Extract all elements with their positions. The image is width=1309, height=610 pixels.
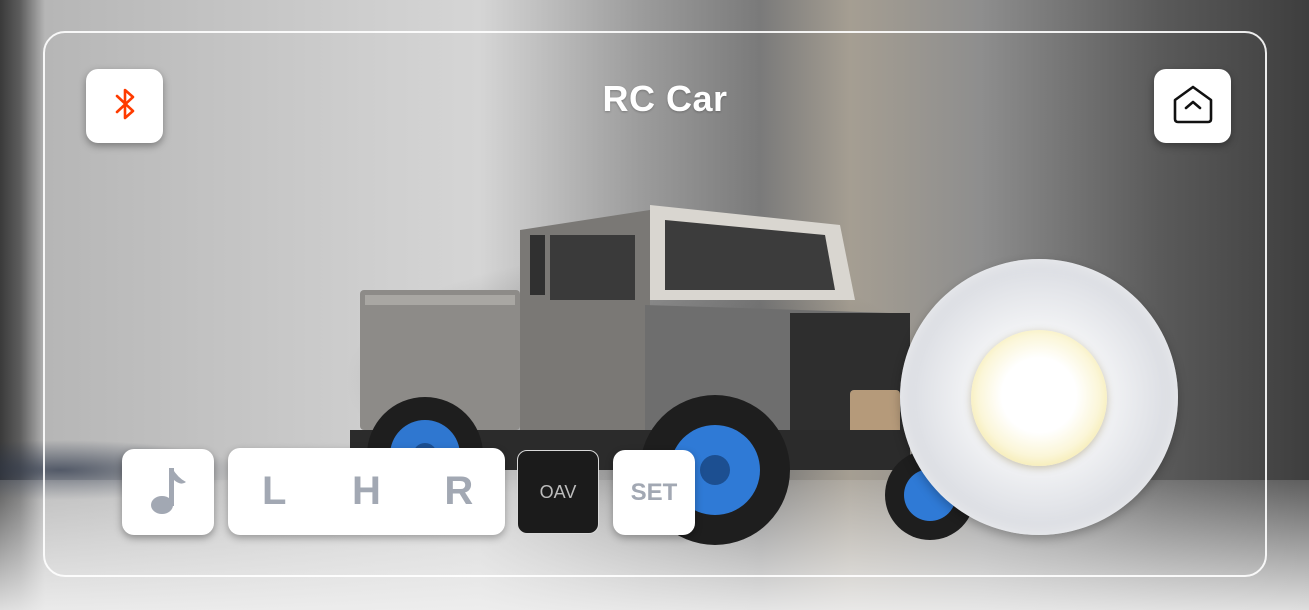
- joystick-knob[interactable]: [971, 330, 1107, 466]
- headlight-button[interactable]: H: [320, 448, 412, 535]
- home-button[interactable]: [1154, 69, 1231, 143]
- bluetooth-button[interactable]: [86, 69, 163, 143]
- music-button[interactable]: [122, 449, 214, 535]
- page-title: RC Car: [602, 78, 728, 119]
- home-icon: [1172, 84, 1214, 129]
- bluetooth-icon: [111, 85, 139, 128]
- set-button[interactable]: SET: [613, 450, 695, 535]
- right-light-button[interactable]: R: [413, 448, 505, 535]
- lights-control-group: L H R: [228, 448, 505, 535]
- music-note-icon: [148, 464, 188, 521]
- left-light-button[interactable]: L: [228, 448, 320, 535]
- oav-button[interactable]: OAV: [517, 450, 599, 534]
